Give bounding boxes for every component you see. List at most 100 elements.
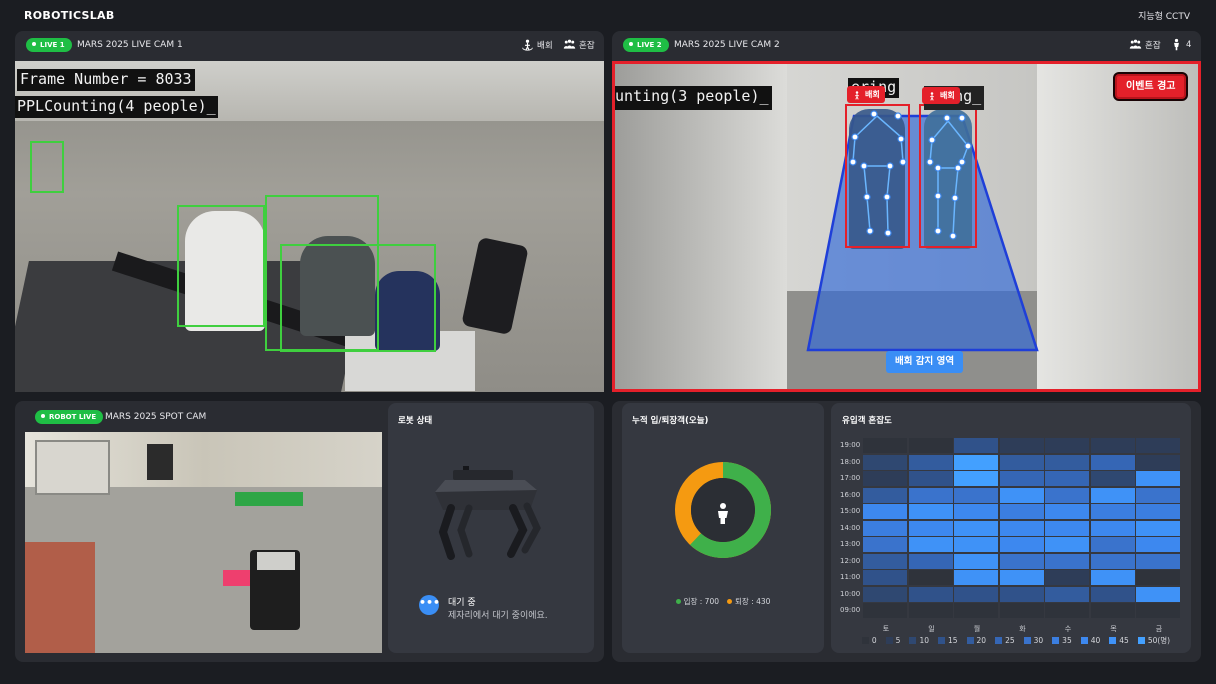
heatmap-cell — [1136, 603, 1180, 618]
day-label: 일 — [928, 624, 935, 633]
heatmap-cell — [1136, 454, 1180, 470]
cam2-live-badge: LIVE 2 — [623, 38, 669, 52]
loitering-icon — [522, 39, 533, 51]
heatmap-cell — [954, 603, 998, 618]
hour-label: 12:00 — [840, 556, 861, 565]
legend-label: 30 — [1033, 636, 1044, 645]
legend-swatch — [909, 637, 917, 644]
heatmap-cell — [908, 438, 953, 453]
legend-swatch — [1137, 637, 1145, 644]
visitors-legend: 입장 : 700 퇴장 : 430 — [622, 596, 824, 607]
legend-item: 25 — [995, 635, 1015, 646]
hour-label: 11:00 — [840, 573, 861, 581]
heatmap-cell — [1136, 438, 1180, 453]
robot-state-detail: 제자리에서 대기 중이에요. — [448, 611, 548, 621]
heatmap-legend: 0 5 10 15 20 25 30 35 40 45 50(명) — [851, 635, 1181, 646]
heatmap-cell — [1136, 553, 1180, 569]
legend-label: 50(명) — [1147, 636, 1171, 645]
legend-item: 20 — [966, 635, 986, 646]
hour-label: 17:00 — [840, 474, 861, 482]
legend-label: 15 — [947, 636, 958, 645]
chair — [461, 236, 529, 336]
spot-video-feed[interactable] — [25, 432, 382, 653]
heatmap-cell — [863, 471, 907, 486]
zone-label: 배회 감지 영역 — [886, 351, 964, 373]
legend-item: 0 — [861, 635, 877, 646]
event-alert-badge[interactable]: 이벤트 경고 — [1115, 74, 1187, 99]
brand-logo: ROBOTICSLAB — [24, 9, 115, 22]
cam2-video-feed[interactable]: unting(3 people)_ ering ering_ 배회 배회 배회 … — [612, 61, 1201, 392]
hour-label: 13:00 — [840, 540, 861, 548]
heatmap-cell — [1090, 586, 1135, 602]
left-rack — [25, 542, 95, 653]
heatmap-cell — [999, 520, 1044, 536]
cam1-tag-loitering-label: 배회 — [537, 40, 553, 51]
person-tag-2-label: 배회 — [940, 91, 955, 100]
heatmap-cell — [954, 438, 998, 453]
legend-swatch — [1109, 637, 1117, 644]
heatmap-cell — [999, 454, 1044, 470]
heatmap-cell — [1045, 438, 1089, 453]
crowd-icon — [1129, 39, 1142, 49]
cam1-tag-crowd-label: 혼잡 — [579, 40, 595, 51]
cam1-tag-crowd[interactable]: 혼잡 — [563, 38, 595, 51]
cam1-video-feed[interactable]: Frame Number = 8033 PPLCounting(4 people… — [15, 61, 604, 392]
day-label: 토 — [882, 624, 890, 633]
person-tag-1: 배회 — [847, 86, 885, 103]
crowd-icon — [563, 39, 576, 49]
heatmap-cell — [908, 537, 953, 552]
heatmap-cell — [954, 504, 998, 519]
heatmap-cell — [908, 504, 953, 519]
heatmap-cell — [1045, 471, 1089, 486]
loitering-icon — [930, 91, 934, 101]
legend-item: 50(명) — [1137, 635, 1171, 646]
robot-state-indicator: ••• — [419, 595, 440, 615]
legend-swatch — [995, 637, 1003, 644]
legend-swatch — [1080, 637, 1088, 644]
hour-label: 16:00 — [840, 490, 861, 499]
app-title: 지능형 CCTV — [1138, 12, 1190, 22]
heatmap-cell — [908, 603, 953, 618]
heatmap-cell — [999, 487, 1044, 503]
legend-label: 35 — [1062, 636, 1072, 645]
hour-label: 19:00 — [840, 441, 861, 449]
heatmap-cell — [1136, 586, 1180, 602]
heatmap-grid: 19:00 18:00 17:00 16:00 15:00 14:00 13:00 12:00… — [840, 438, 1185, 633]
hour-label: 15:00 — [840, 507, 861, 515]
person-tag-2: 배회 — [922, 87, 960, 104]
legend-swatch — [966, 637, 974, 644]
top-bar: ROBOTICSLAB 지능형 CCTV — [0, 0, 1216, 30]
heatmap-cell — [1136, 471, 1180, 486]
heatmap-cell — [908, 471, 953, 486]
heatmap-cell — [999, 570, 1044, 585]
heatmap-cell — [999, 438, 1044, 453]
heatmap-cell — [999, 504, 1044, 519]
heatmap-cell — [954, 553, 998, 569]
legend-swatch — [1023, 637, 1031, 644]
heatmap-cell — [1136, 570, 1180, 585]
heatmap-cell — [908, 553, 953, 569]
cam1-tag-loitering[interactable]: 배회 — [521, 38, 553, 51]
legend-in-label: 입장 : 700 — [683, 597, 719, 606]
heatmap-cell — [1045, 553, 1089, 569]
heatmap-cell — [908, 520, 953, 536]
cam2-person-count-value: 4 — [1186, 39, 1192, 50]
heatmap-cell — [1090, 570, 1135, 585]
spot-title: MARS 2025 SPOT CAM — [105, 412, 207, 422]
heatmap-cell — [1090, 504, 1135, 519]
legend-swatch — [885, 637, 893, 644]
hour-label: 10:00 — [840, 589, 861, 598]
cam1-live-badge: LIVE 1 — [26, 38, 72, 52]
spot-live-badge: ROBOT LIVE — [35, 410, 104, 424]
heatmap-cell — [1090, 603, 1135, 618]
cam2-tag-crowd[interactable]: 혼잡 — [1129, 38, 1161, 51]
cam1-title: MARS 2025 LIVE CAM 1 — [77, 40, 183, 50]
heatmap-cell — [999, 537, 1044, 552]
heatmap-cell — [863, 438, 907, 453]
bookshelf — [35, 440, 110, 495]
heatmap-cell — [954, 471, 998, 486]
heatmap-cell — [1045, 570, 1089, 585]
heatmap-cell — [999, 586, 1044, 602]
legend-in: 입장 : 700 — [675, 596, 719, 607]
legend-swatch — [937, 637, 945, 644]
